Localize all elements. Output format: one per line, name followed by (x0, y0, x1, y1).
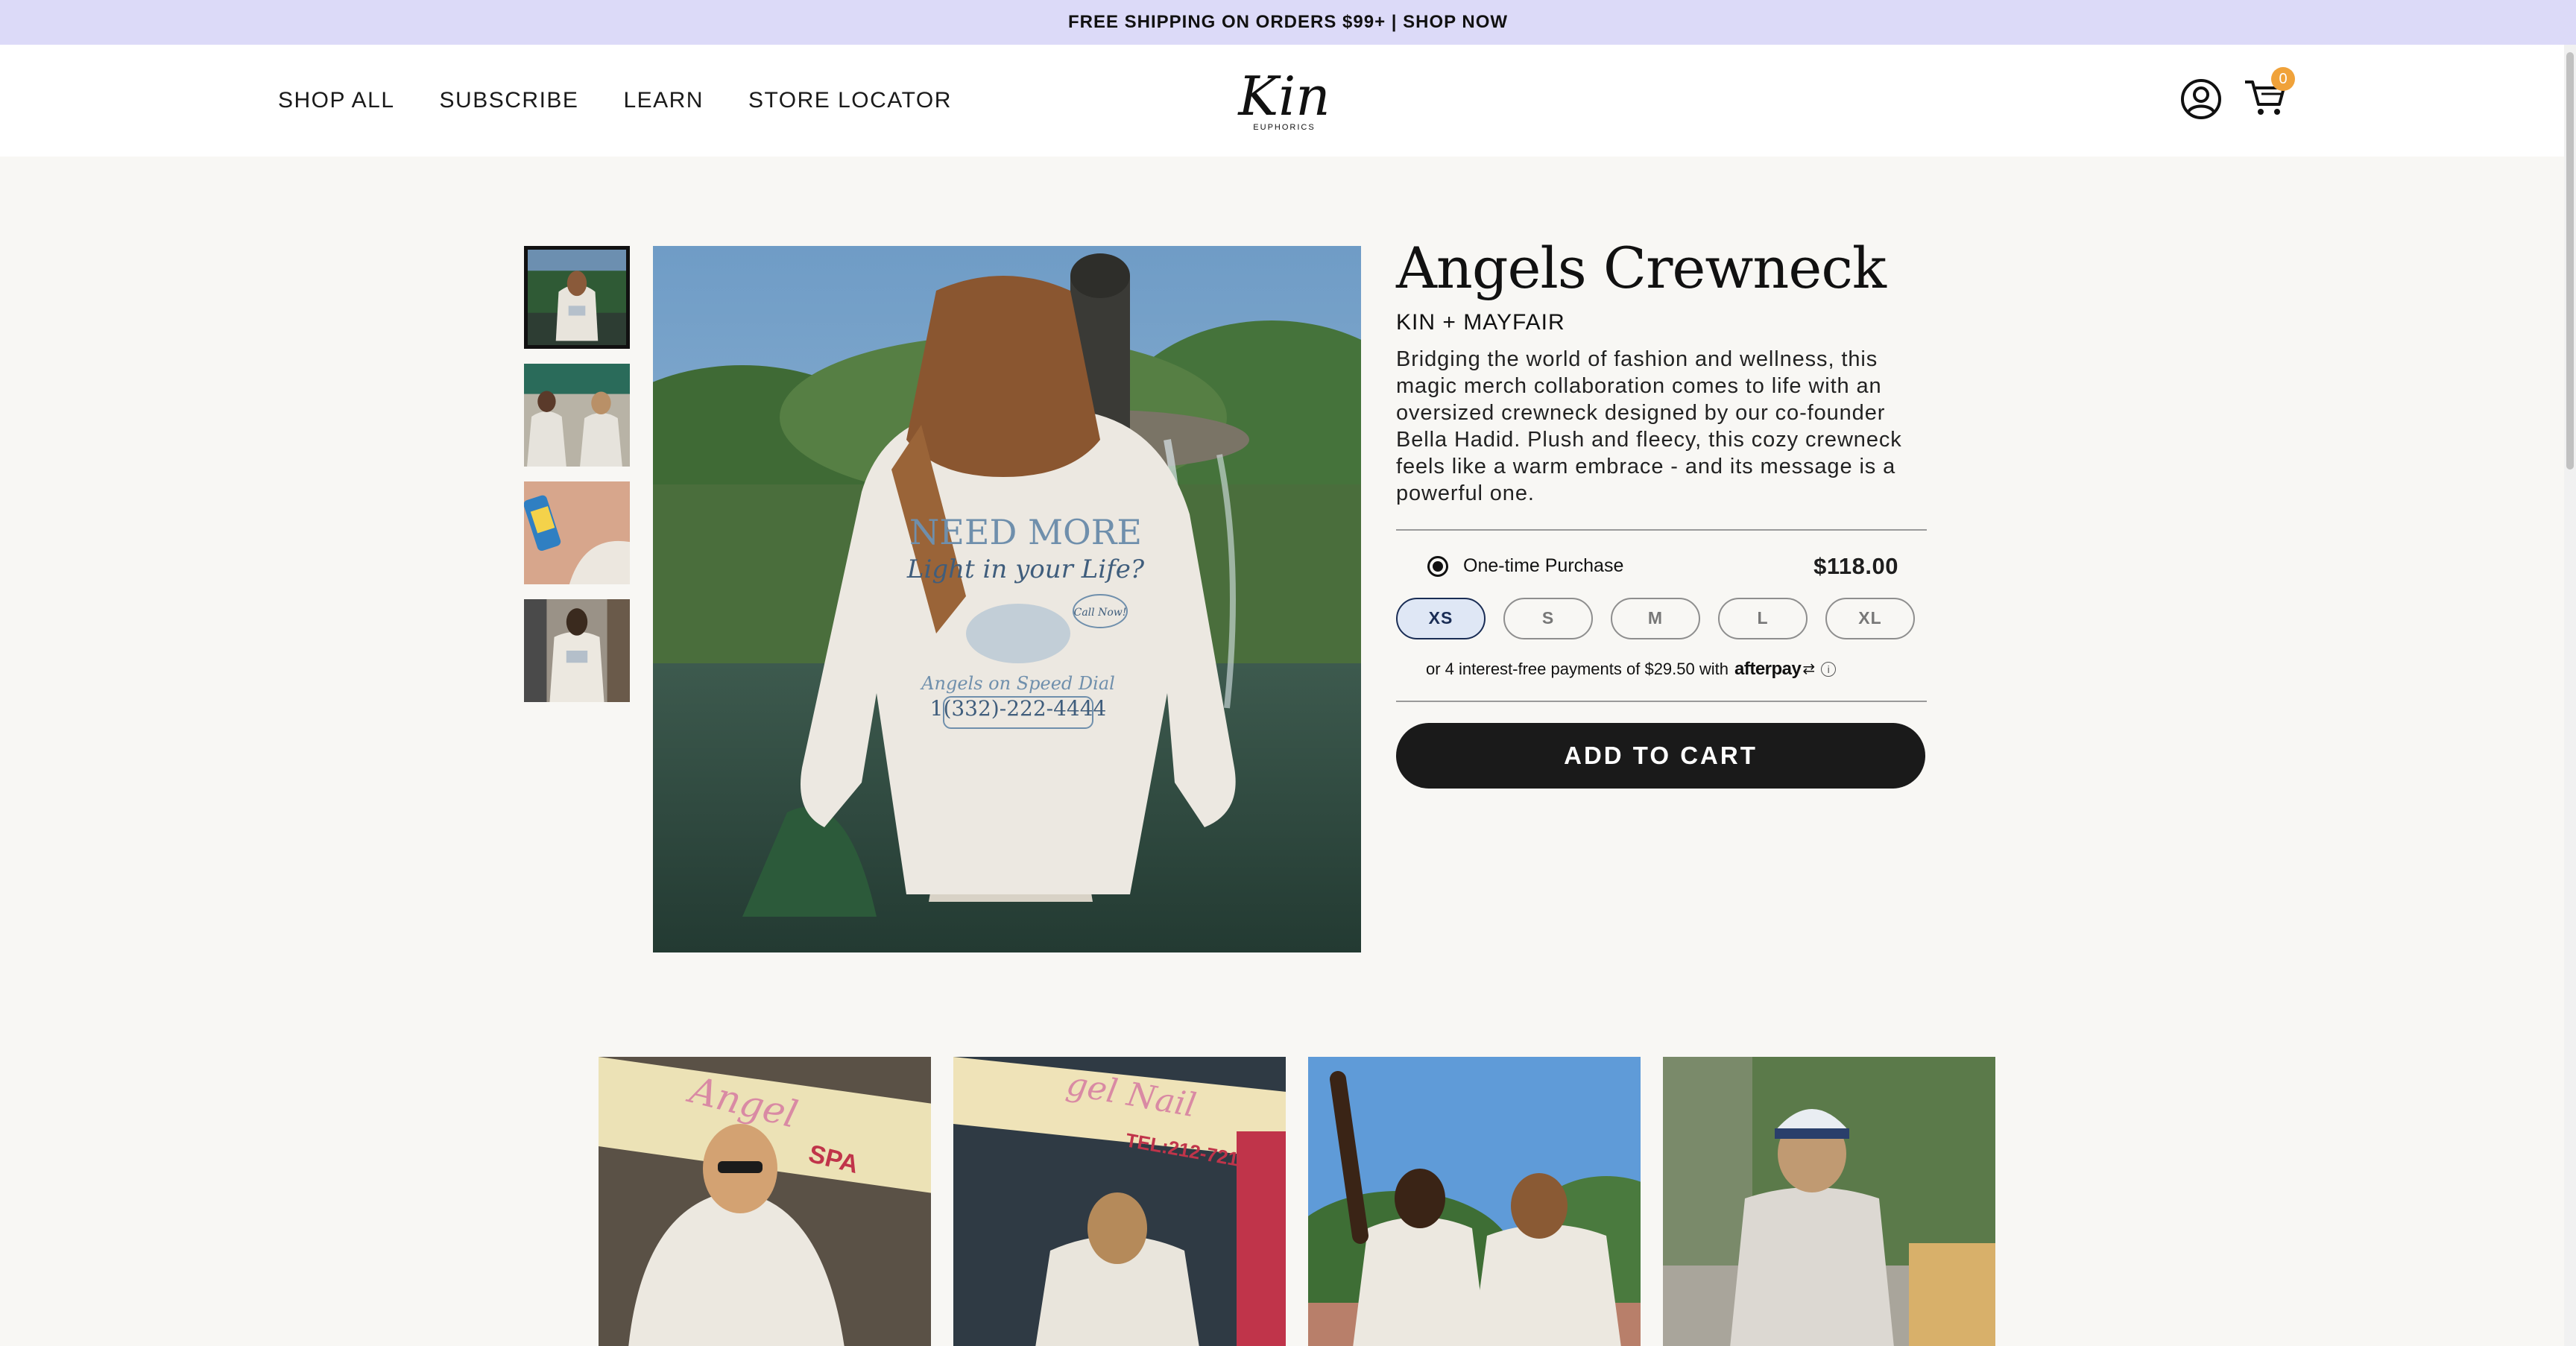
product-brand: KIN + MAYFAIR (1396, 309, 1565, 335)
gallery-image-2[interactable]: gel Nail TEL:212-721-9948 (953, 1057, 1286, 1346)
afterpay-logo: afterpay (1734, 658, 1802, 679)
size-option-m[interactable]: M (1611, 597, 1700, 639)
afterpay-text: or 4 interest-free payments of $29.50 wi… (1426, 659, 1729, 678)
nav-subscribe[interactable]: SUBSCRIBE (440, 88, 579, 113)
product-price: $118.00 (1813, 552, 1898, 579)
thumbnail-3[interactable] (524, 481, 630, 584)
product-description: Bridging the world of fashion and wellne… (1396, 347, 1902, 505)
size-selector: XS S M L XL (1396, 597, 1927, 639)
thumbnail-4[interactable] (524, 599, 630, 702)
nav-shop-all[interactable]: SHOP ALL (278, 88, 395, 113)
thumbnail-2[interactable] (524, 364, 630, 467)
thumbnail-1[interactable] (524, 246, 630, 349)
product-thumbnails (524, 246, 633, 717)
announcement-bar[interactable]: FREE SHIPPING ON ORDERS $99+ | SHOP NOW (0, 0, 2576, 45)
product-title: Angels Crewneck (1396, 235, 1887, 301)
lifestyle-gallery: Angel SPA gel Nail TEL:212-721-9948 (599, 1057, 1995, 1346)
main-product-image[interactable]: NEED MORE Light in your Life? Angels on … (653, 246, 1361, 952)
print-line-3: Angels on Speed Dial (920, 673, 1115, 694)
print-line-2: Light in your Life? (906, 554, 1145, 584)
logo-subtext: EUPHORICS (1253, 123, 1315, 132)
purchase-option-label: One-time Purchase (1463, 555, 1624, 577)
gallery-image-1[interactable]: Angel SPA (599, 1057, 931, 1346)
nav-learn[interactable]: LEARN (623, 88, 704, 113)
page-scrollbar[interactable] (2564, 45, 2576, 1346)
afterpay-message: or 4 interest-free payments of $29.50 wi… (1426, 659, 1927, 680)
announcement-text[interactable]: FREE SHIPPING ON ORDERS $99+ | SHOP NOW (1068, 12, 1508, 33)
print-bubble: Call Now! (1074, 607, 1127, 619)
main-nav: SHOP ALL SUBSCRIBE LEARN STORE LOCATOR (278, 45, 997, 157)
divider (1396, 700, 1927, 702)
afterpay-arrows-icon: ⇄ (1802, 661, 1816, 678)
nav-store-locator[interactable]: STORE LOCATOR (748, 88, 952, 113)
gallery-image-3[interactable] (1308, 1057, 1641, 1346)
gallery-image-4[interactable] (1663, 1057, 1995, 1346)
divider (1396, 528, 1927, 531)
size-option-xl[interactable]: XL (1825, 597, 1915, 639)
add-to-cart-button[interactable]: ADD TO CART (1396, 722, 1925, 789)
print-phone: 1(332)-222-4444 (930, 696, 1107, 721)
size-option-s[interactable]: S (1503, 597, 1593, 639)
scrollbar-thumb[interactable] (2566, 52, 2574, 470)
one-time-purchase-radio[interactable] (1427, 555, 1448, 577)
purchase-option-row[interactable]: One-time Purchase $118.00 (1396, 550, 1927, 583)
site-header: SHOP ALL SUBSCRIBE LEARN STORE LOCATOR K… (0, 45, 2576, 157)
size-option-l[interactable]: L (1718, 597, 1808, 639)
print-line-1: NEED MORE (909, 512, 1142, 552)
account-icon[interactable] (2179, 78, 2223, 121)
cart-count-badge: 0 (2271, 67, 2295, 91)
info-icon[interactable]: i (1821, 661, 1837, 677)
size-option-xs[interactable]: XS (1396, 597, 1486, 639)
product-info: Angels Crewneck KIN + MAYFAIR Bridging t… (1396, 237, 1927, 789)
logo-wordmark: Kin (1237, 66, 1330, 127)
kin-logo[interactable]: Kin EUPHORICS (1237, 65, 1331, 134)
